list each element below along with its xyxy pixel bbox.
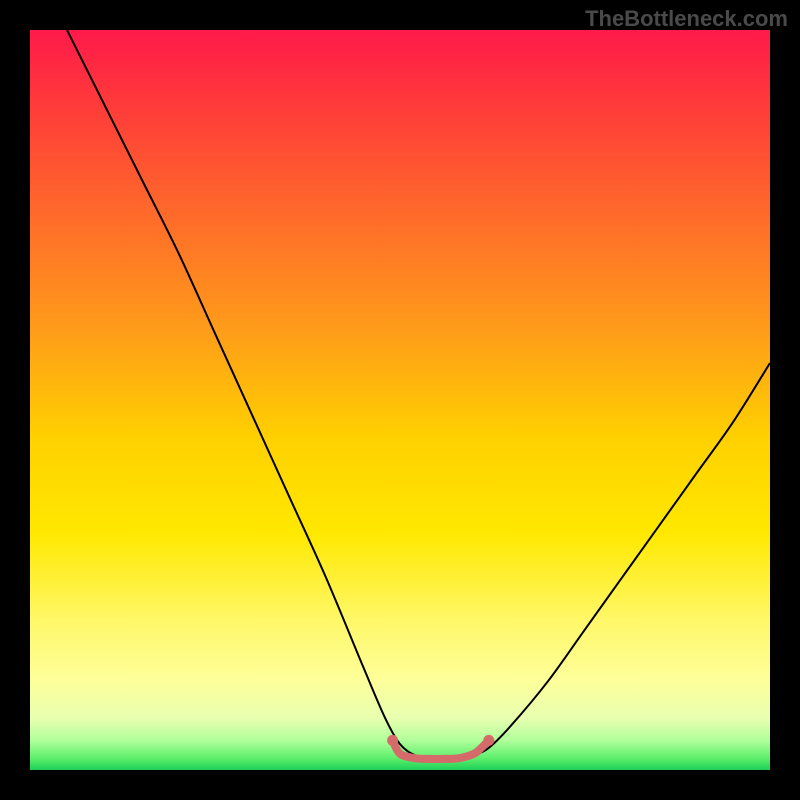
marker-endpoint-dot	[483, 735, 494, 746]
chart-container: TheBottleneck.com	[0, 0, 800, 800]
bottleneck-curve	[67, 30, 770, 759]
watermark-text: TheBottleneck.com	[585, 6, 788, 32]
chart-svg	[30, 30, 770, 770]
plot-area	[30, 30, 770, 770]
optimal-range-dots	[387, 735, 494, 746]
marker-endpoint-dot	[387, 735, 398, 746]
